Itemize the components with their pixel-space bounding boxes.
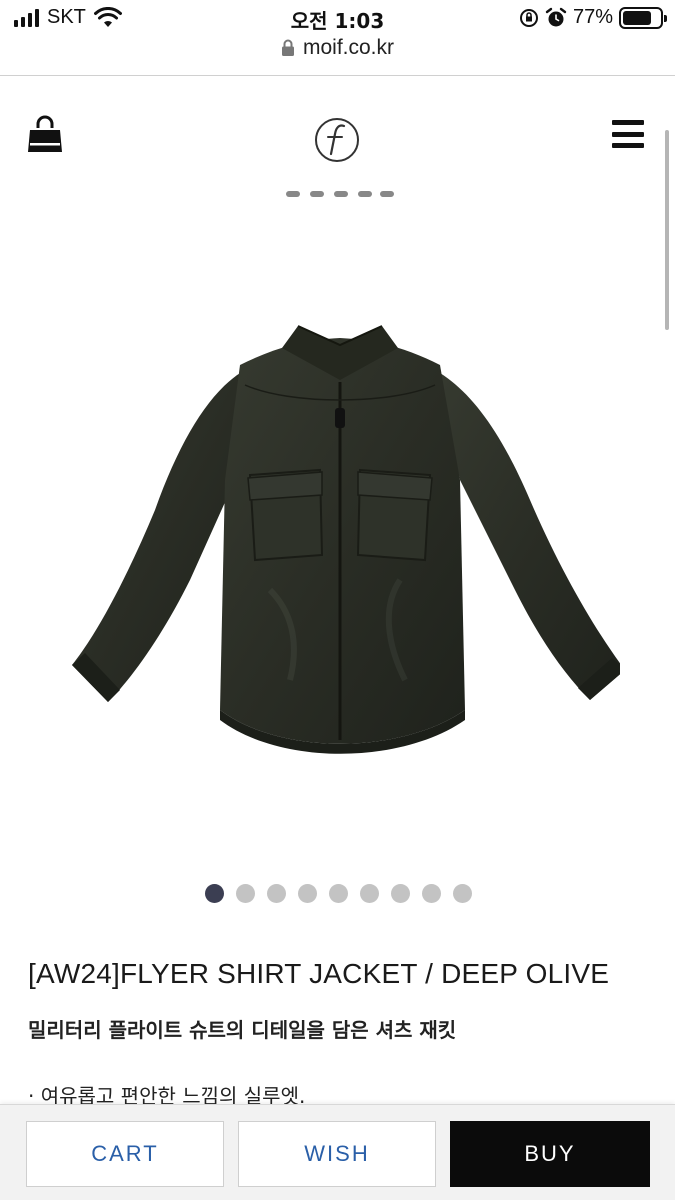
carousel-dot[interactable] <box>422 884 441 903</box>
battery-icon <box>619 6 667 29</box>
lock-icon <box>281 39 294 56</box>
product-image[interactable] <box>60 310 620 770</box>
shopping-bag-icon[interactable] <box>26 114 64 154</box>
carousel-dot[interactable] <box>267 884 286 903</box>
status-right: 77% <box>519 6 667 29</box>
carousel-dot[interactable] <box>298 884 317 903</box>
cropped-label <box>282 186 402 200</box>
carousel-dot[interactable] <box>360 884 379 903</box>
wish-button[interactable]: WISH <box>238 1121 436 1187</box>
carousel-dots <box>205 884 472 903</box>
carousel-dot[interactable] <box>391 884 410 903</box>
page-scrollbar[interactable] <box>665 130 669 330</box>
carousel-dot[interactable] <box>236 884 255 903</box>
buy-button[interactable]: BUY <box>450 1121 650 1187</box>
carousel-dot[interactable] <box>453 884 472 903</box>
url-text[interactable]: moif.co.kr <box>303 36 394 60</box>
address-bar[interactable]: moif.co.kr <box>0 36 675 76</box>
battery-percent: 77% <box>572 6 613 28</box>
carousel-dot[interactable] <box>329 884 348 903</box>
product-subtitle: 밀리터리 플라이트 슈트의 디테일을 담은 셔츠 재킷 <box>28 1018 457 1042</box>
hamburger-menu-icon[interactable] <box>612 120 644 148</box>
orientation-lock-icon <box>519 8 538 27</box>
alarm-icon <box>545 7 567 26</box>
cart-button[interactable]: CART <box>26 1121 224 1187</box>
product-title: [AW24]FLYER SHIRT JACKET / DEEP OLIVE <box>28 958 610 989</box>
battery-fill <box>623 10 651 25</box>
address-content[interactable]: moif.co.kr <box>281 36 394 60</box>
action-bar: CART WISH BUY <box>0 1104 675 1200</box>
status-bar: SKT 오전 1:03 77% <box>0 0 675 38</box>
site-header <box>0 100 675 180</box>
moif-logo-icon[interactable] <box>314 117 360 163</box>
carousel-dot[interactable] <box>205 884 224 903</box>
